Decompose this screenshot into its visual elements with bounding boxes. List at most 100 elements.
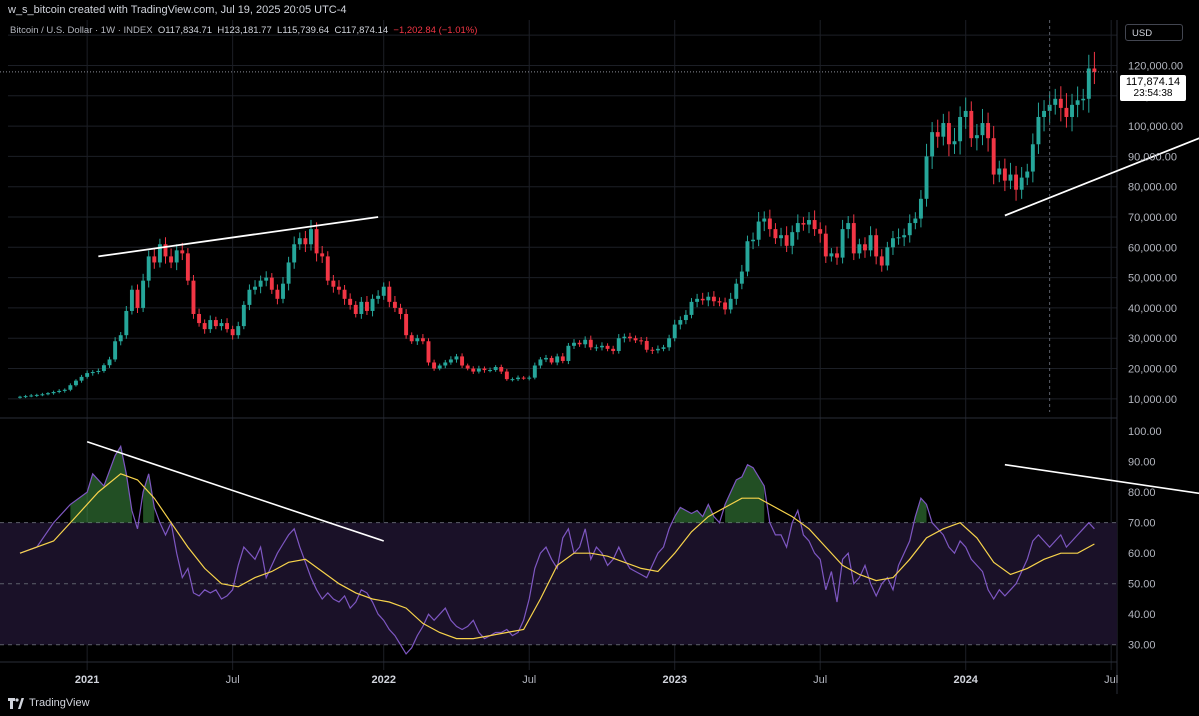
price-tick-label: 30,000.00 (1128, 333, 1177, 345)
candle-body (420, 338, 425, 342)
candle-body (695, 298, 700, 302)
candle-body (863, 244, 867, 251)
candle-body (74, 380, 78, 386)
candle-body (639, 340, 644, 342)
candle-body (678, 320, 683, 325)
candle-body (504, 371, 509, 380)
candle-body (711, 296, 716, 302)
candle-body (488, 370, 493, 372)
rsi-band-70-30 (0, 522, 1117, 645)
tradingview-logo-icon (8, 697, 24, 709)
rsi-tick-label: 80.00 (1128, 487, 1156, 499)
candle-body (773, 229, 778, 239)
candle-body (415, 338, 420, 342)
candle-body (264, 277, 269, 281)
candle-body (1092, 68, 1097, 72)
candle-body (1064, 107, 1069, 117)
candle-body (314, 229, 319, 254)
price-tick-label: 120,000.00 (1128, 60, 1183, 72)
candle-body (465, 365, 470, 369)
candle-body (426, 341, 431, 363)
candle-body (980, 123, 985, 136)
candle-body (689, 301, 694, 315)
candle-body (460, 356, 465, 366)
candle-body (297, 238, 302, 245)
brand[interactable]: TradingView (8, 697, 90, 709)
currency-button[interactable]: USD (1125, 24, 1183, 41)
chart-canvas[interactable]: 10,000.00 20,000.00 30,000.00 40,000.00 50,0… (0, 0, 1199, 694)
candle-body (476, 368, 481, 372)
candle-body (627, 336, 632, 339)
candle-body (124, 310, 129, 336)
candle-body (818, 229, 823, 234)
candle-body (376, 295, 381, 299)
candle-body (963, 110, 968, 117)
time-tick-label: 2022 (371, 674, 395, 686)
candle-body (29, 395, 34, 397)
price-tick-label: 20,000.00 (1128, 364, 1177, 376)
candle-body (320, 253, 325, 257)
candle-body (482, 368, 487, 371)
trendlines (86, 137, 1199, 542)
candle-body (62, 389, 67, 391)
rsi-tick-label: 40.00 (1128, 609, 1156, 621)
price-tick-label: 40,000.00 (1128, 303, 1177, 315)
candle-body (18, 396, 22, 398)
brand-name: TradingView (29, 697, 90, 709)
candle-body (655, 348, 660, 351)
candle-body (454, 356, 459, 360)
candle-body (107, 359, 112, 366)
candle-body (790, 232, 795, 246)
candle-body (588, 339, 593, 348)
candle-body (890, 238, 895, 248)
time-tick-label: Jul (522, 674, 536, 686)
ohlc-close: C117,874.14 (334, 25, 389, 36)
candle-body (935, 132, 940, 137)
candle-body (527, 377, 532, 379)
candle-body (370, 298, 375, 311)
candle-body (1014, 174, 1019, 190)
candle-body (169, 256, 174, 263)
candle-body (739, 271, 744, 284)
candle-body (398, 307, 403, 314)
candle-body (986, 123, 991, 139)
candle-body (868, 235, 873, 251)
candle-body (1075, 100, 1080, 105)
candle-body (930, 132, 935, 157)
candle-body (885, 247, 890, 266)
candle-body (611, 348, 616, 351)
rsi-tick-label: 90.00 (1128, 457, 1156, 469)
candle-body (90, 372, 95, 374)
candle-body (997, 168, 1002, 175)
candle-body (801, 223, 806, 225)
candle-body (532, 365, 537, 378)
rsi-tick-label: 30.00 (1128, 640, 1156, 652)
time-tick-label: 2021 (75, 674, 99, 686)
candle-body (946, 123, 951, 145)
candle-body (879, 256, 884, 266)
price-tick-label: 80,000.00 (1128, 182, 1177, 194)
candle-body (68, 385, 73, 390)
price-trendline[interactable] (98, 216, 379, 258)
candle-body (516, 377, 520, 380)
candle-body (471, 368, 476, 372)
candle-body (577, 342, 582, 345)
rsi-trendline[interactable] (1004, 463, 1199, 526)
candle-body (745, 241, 750, 272)
candle-body (258, 280, 263, 287)
candle-body (538, 359, 543, 366)
candle-body (700, 298, 705, 301)
candle-body (723, 302, 728, 310)
candle-body (555, 356, 560, 363)
candle-body (902, 235, 907, 238)
candle-body (443, 362, 448, 366)
price-tick-label: 100,000.00 (1128, 121, 1183, 133)
candle-body (46, 393, 50, 395)
candle-body (896, 237, 901, 239)
price-tick-label: 50,000.00 (1128, 273, 1177, 285)
candle-body (594, 347, 599, 349)
candle-body (1025, 171, 1030, 178)
candle-body (851, 223, 856, 254)
candle-body (85, 373, 90, 377)
candle-body (364, 301, 369, 311)
